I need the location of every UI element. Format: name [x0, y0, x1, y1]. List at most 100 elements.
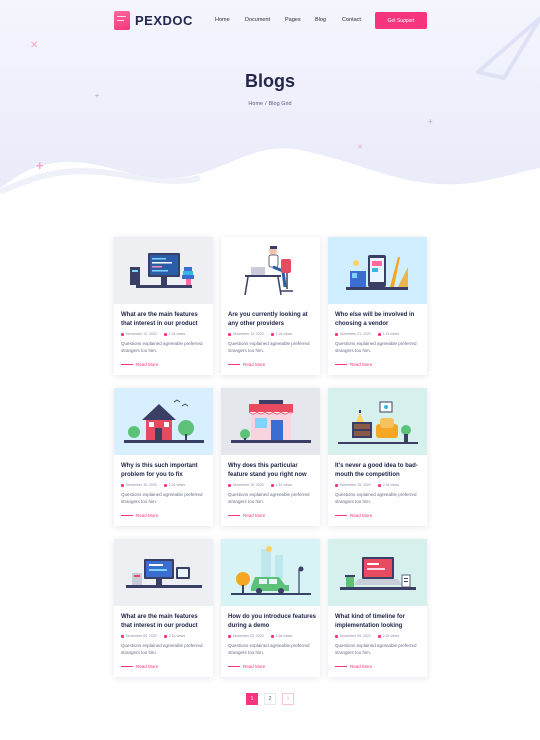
post-views: 2.2k views [382, 483, 400, 487]
blog-card[interactable]: What are the main features that interest… [114, 237, 213, 375]
read-more-link[interactable]: Read More [335, 361, 372, 367]
breadcrumb: Home / Blog Grid [0, 101, 540, 107]
read-more-label: Read More [243, 361, 266, 367]
post-views: 2.2k views [382, 634, 400, 638]
nav-item-pages[interactable]: Pages [285, 17, 301, 23]
read-more-line [228, 363, 240, 365]
nav-item-blog[interactable]: Blog [315, 17, 326, 23]
calendar-icon [121, 483, 124, 487]
calendar-icon [121, 332, 124, 336]
read-more-link[interactable]: Read More [335, 663, 372, 669]
post-title[interactable]: What kind of timeline for implementation… [335, 613, 423, 630]
post-title[interactable]: Why is this such important problem for y… [121, 462, 209, 479]
nav-item-contact[interactable]: Contact [342, 17, 361, 23]
post-excerpt: Questions explained agreeable preferred … [121, 643, 203, 655]
get-support-button[interactable]: Get Support [375, 12, 427, 29]
post-views: 1.6k views [275, 634, 293, 638]
blog-card[interactable]: How do you introduce features during a d… [221, 539, 320, 677]
living-room-illustration [338, 401, 418, 444]
read-more-line [121, 363, 133, 365]
blog-card[interactable]: Why is this such important problem for y… [114, 388, 213, 526]
eye-icon [163, 483, 167, 487]
read-more-line [228, 665, 240, 667]
post-title[interactable]: Why does this particular feature stand y… [228, 462, 316, 479]
read-more-label: Read More [243, 512, 266, 518]
blog-card[interactable]: Are you currently looking at any other p… [221, 237, 320, 375]
next-page-button[interactable]: › [282, 693, 294, 705]
read-more-label: Read More [136, 361, 159, 367]
office-computers-illustration [126, 559, 202, 588]
post-title[interactable]: What are the main features that interest… [121, 311, 209, 328]
post-date: November 13, 2020 [233, 332, 264, 336]
read-more-label: Read More [243, 663, 266, 669]
eye-icon [270, 332, 274, 336]
post-excerpt: Questions explained agreeable preferred … [121, 341, 203, 353]
page-2-button[interactable]: 2 [264, 693, 276, 705]
post-date: November 21, 2020 [340, 332, 371, 336]
calendar-icon [228, 332, 231, 336]
read-more-label: Read More [350, 512, 373, 518]
post-thumbnail[interactable] [221, 539, 320, 606]
blog-card[interactable]: What are the main features that interest… [114, 539, 213, 677]
laptop-desk-illustration [340, 557, 416, 590]
read-more-link[interactable]: Read More [335, 512, 372, 518]
post-title[interactable]: Are you currently looking at any other p… [228, 311, 316, 328]
post-thumbnail[interactable] [328, 539, 427, 606]
post-thumbnail[interactable] [221, 237, 320, 304]
post-thumbnail[interactable] [221, 388, 320, 455]
plus-deco-shape: + [36, 158, 44, 173]
shop-illustration [231, 400, 311, 443]
nav-item-home[interactable]: Home [215, 17, 230, 23]
post-title[interactable]: How do you introduce features during a d… [228, 613, 316, 630]
read-more-link[interactable]: Read More [228, 361, 265, 367]
blog-card[interactable]: It's never a good idea to bad-mouth the … [328, 388, 427, 526]
post-thumbnail[interactable] [328, 237, 427, 304]
calendar-icon [121, 634, 124, 638]
man-at-desk-illustration [244, 246, 293, 296]
eye-icon [377, 332, 381, 336]
breadcrumb-home-link[interactable]: Home [248, 101, 263, 107]
calendar-icon [335, 634, 338, 638]
blog-card[interactable]: Who else will be involved in choosing a … [328, 237, 427, 375]
post-thumbnail[interactable] [328, 388, 427, 455]
post-thumbnail[interactable] [114, 539, 213, 606]
logo-icon[interactable] [114, 11, 130, 30]
read-more-link[interactable]: Read More [121, 361, 158, 367]
post-title[interactable]: It's never a good idea to bad-mouth the … [335, 462, 423, 479]
brand-name[interactable]: PEXDOC [135, 13, 193, 28]
page-title: Blogs [244, 71, 295, 91]
post-excerpt: Questions explained agreeable preferred … [335, 643, 417, 655]
post-date: November 15, 2020 [233, 483, 264, 487]
post-date: November 09, 2020 [126, 634, 157, 638]
read-more-link[interactable]: Read More [228, 663, 265, 669]
read-more-label: Read More [350, 361, 373, 367]
post-title[interactable]: Who else will be involved in choosing a … [335, 311, 423, 328]
post-title[interactable]: What are the main features that interest… [121, 613, 209, 630]
nav-item-document[interactable]: Document [245, 17, 270, 23]
read-more-link[interactable]: Read More [121, 512, 158, 518]
post-date: November 03, 2020 [233, 634, 264, 638]
calendar-icon [335, 332, 338, 336]
post-date: November 12, 2020 [126, 332, 157, 336]
eye-icon [270, 483, 274, 487]
post-views: 2.2k views [168, 483, 186, 487]
read-more-label: Read More [350, 663, 373, 669]
page-1-button[interactable]: 1 [246, 693, 258, 705]
post-thumbnail[interactable] [114, 237, 213, 304]
read-more-link[interactable]: Read More [121, 663, 158, 669]
read-more-link[interactable]: Read More [228, 512, 265, 518]
post-excerpt: Questions explained agreeable preferred … [228, 341, 310, 353]
post-meta: November 13, 2020 1.2k views [228, 331, 316, 337]
coding-desk-illustration [130, 253, 194, 288]
read-more-line [335, 665, 347, 667]
post-thumbnail[interactable] [114, 388, 213, 455]
blog-card[interactable]: What kind of timeline for implementation… [328, 539, 427, 677]
post-views: 1.2k views [275, 332, 293, 336]
read-more-label: Read More [136, 663, 159, 669]
post-views: 1.1k views [382, 332, 400, 336]
post-meta: November 03, 2020 1.6k views [228, 633, 316, 639]
post-date: November 15, 2020 [340, 483, 371, 487]
blog-card[interactable]: Why does this particular feature stand y… [221, 388, 320, 526]
post-meta: November 09, 2020 2.1k views [121, 633, 209, 639]
eye-icon [377, 634, 381, 638]
